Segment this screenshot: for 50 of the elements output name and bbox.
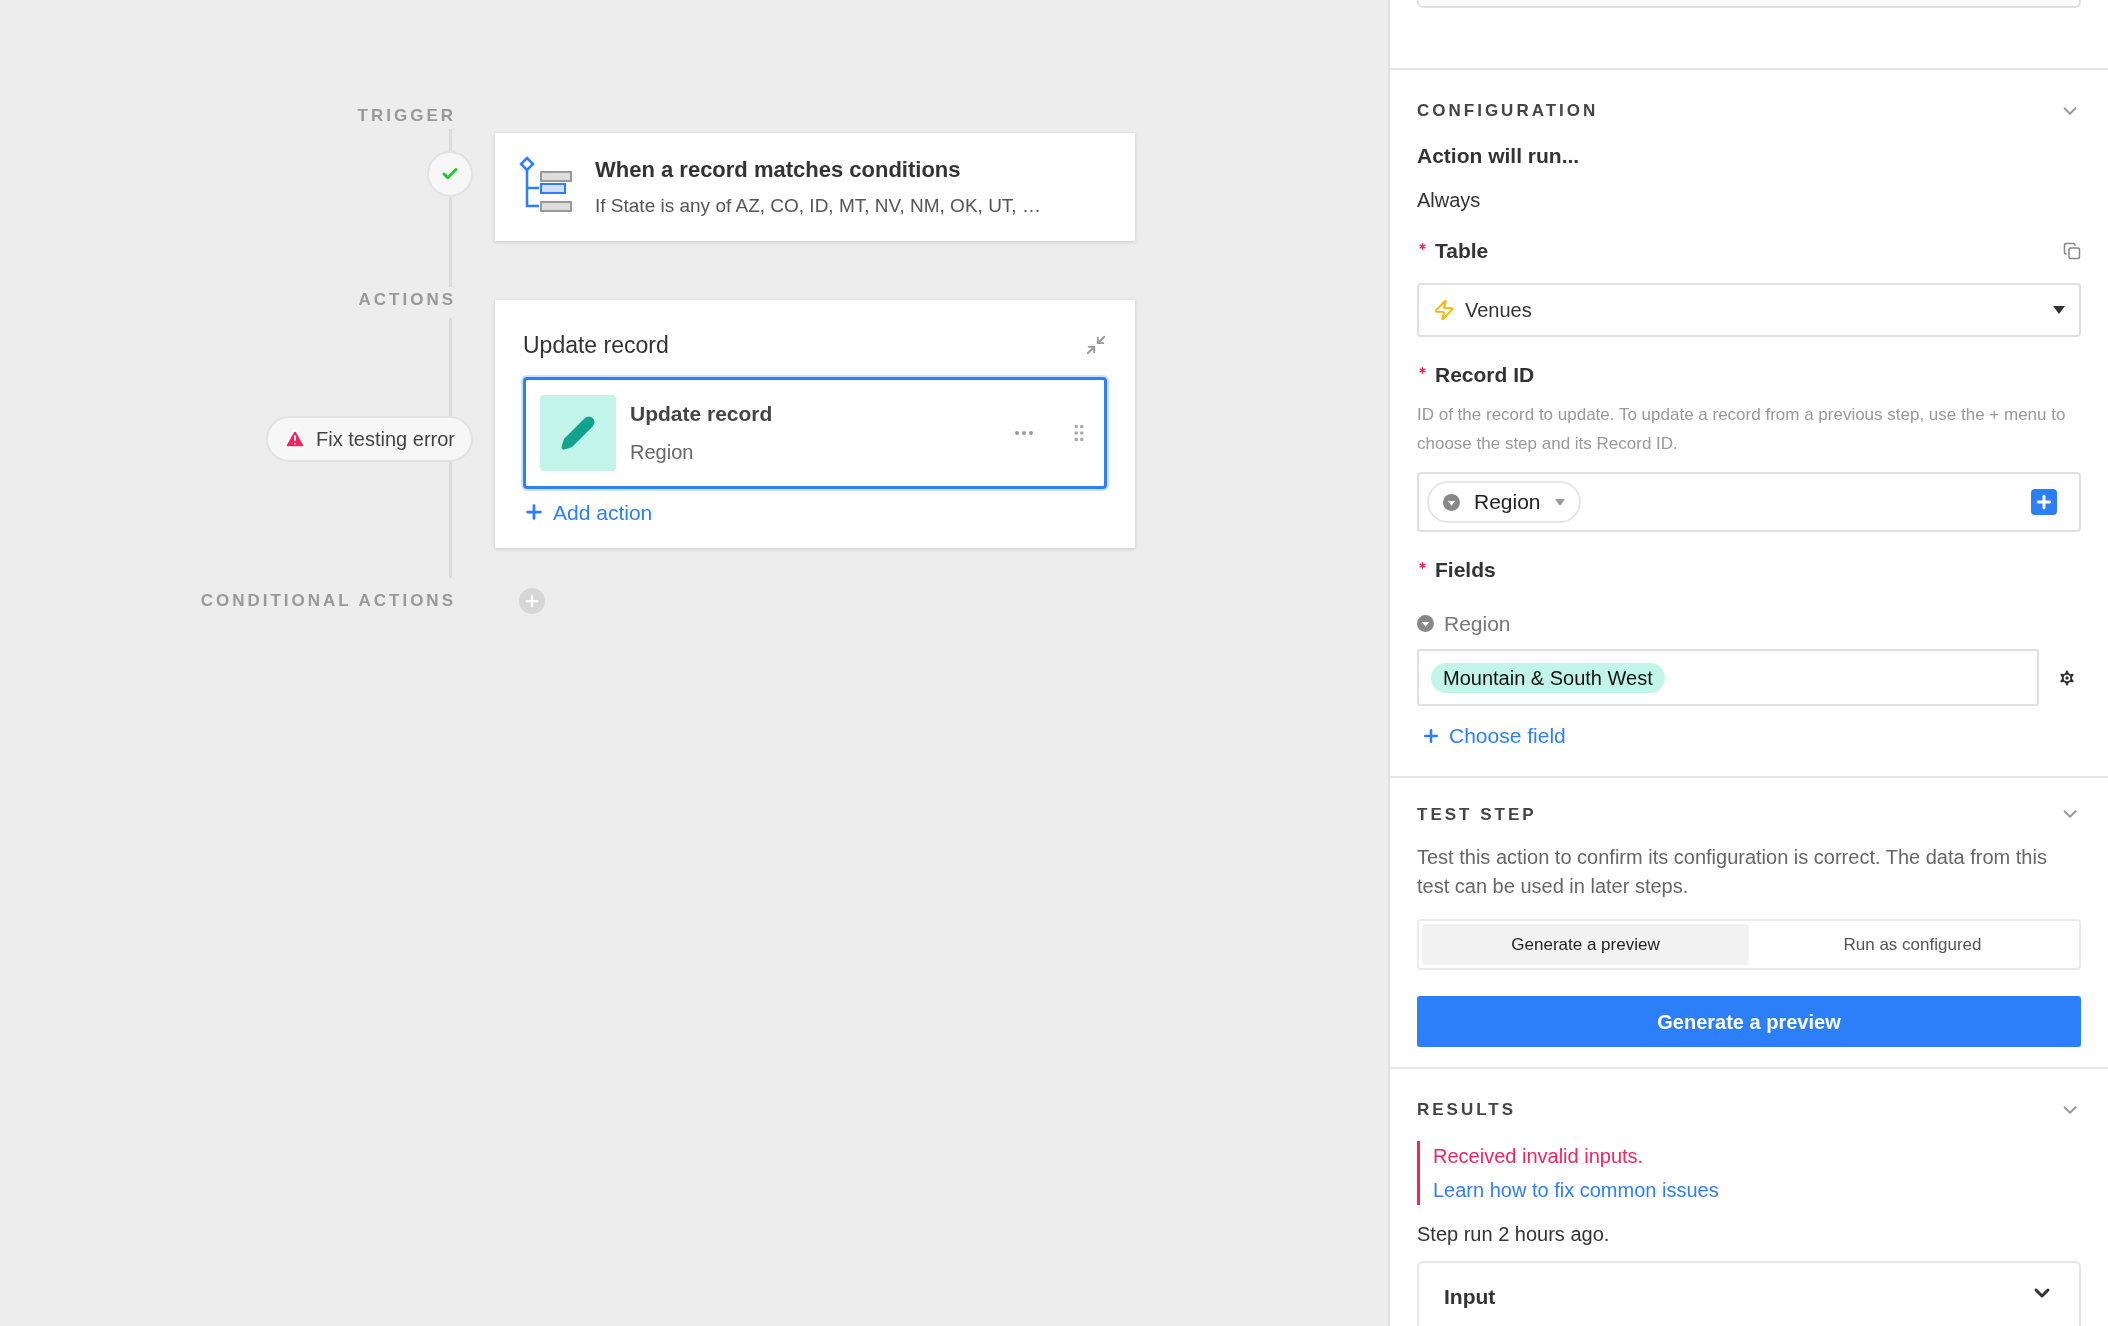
choose-field-link[interactable]: Choose field <box>1421 720 1566 752</box>
run-label: Action will run... <box>1417 142 1581 169</box>
caret-down-icon <box>2053 305 2065 314</box>
warning-icon <box>284 428 307 450</box>
run-value: Always <box>1417 188 1482 213</box>
select-value: Venues <box>1465 297 1533 323</box>
caret-down-icon <box>1554 498 1565 506</box>
input-accordion[interactable]: Input <box>1417 1260 2081 1326</box>
step-title: Update record <box>630 400 774 427</box>
token-label: Region <box>1474 489 1541 516</box>
trigger-subtitle: If State is any of AZ, CO, ID, MT, NV, NM, OK, UT, … <box>595 193 1041 218</box>
field-value-box[interactable]: Mountain & South West <box>1417 649 2039 706</box>
section-title: TEST STEP <box>1417 803 1537 826</box>
mode-tab[interactable]: Run as configured <box>1749 924 2076 965</box>
add-icon[interactable] <box>2031 489 2057 515</box>
section-title: RESULTS <box>1417 1099 1517 1121</box>
table-select[interactable]: Venues <box>1417 282 2081 337</box>
dropdown-field-icon <box>1417 614 1434 632</box>
field-label: Table <box>1435 238 1489 264</box>
add-action-link[interactable]: Add action <box>523 496 653 528</box>
record-id-field[interactable]: Region <box>1417 472 2081 532</box>
trigger-title: When a record matches conditions <box>595 155 962 184</box>
trigger-card[interactable]: When a record matches conditions If State is any of AZ, CO, ID, MT, NV, NM, OK, UT, … <box>495 132 1135 241</box>
run-info: Step run 2 hours ago. <box>1417 1221 1611 1247</box>
settings-icon[interactable] <box>2057 667 2077 688</box>
section-label: TRIGGER <box>357 105 456 127</box>
field-label: Fields <box>1435 557 1496 583</box>
field-label: Record ID <box>1435 361 1535 388</box>
step-subtitle: Region <box>630 440 695 466</box>
action-step[interactable]: Update record Region <box>523 376 1107 489</box>
generate-preview-button[interactable]: Generate a preview <box>1417 996 2081 1047</box>
lightning-icon <box>1433 298 1455 321</box>
field-name: Region <box>1444 610 1511 637</box>
error-message: Received invalid inputs. <box>1433 1143 1645 1169</box>
pencil-icon <box>540 394 616 471</box>
group-title: Update record <box>523 331 669 360</box>
section-title: CONFIGURATION <box>1417 100 1599 122</box>
copy-icon[interactable] <box>2063 241 2081 260</box>
collapse-icon[interactable] <box>1085 334 1107 357</box>
help-link[interactable]: Learn how to fix common issues <box>1433 1174 1719 1205</box>
accordion-label: Input <box>1444 1283 1496 1310</box>
section-description: Test this action to confirm its configuration is correct. The data from this test can be used in later steps. <box>1417 845 2048 899</box>
region-token[interactable]: Region <box>1427 481 1581 523</box>
section-label: CONDITIONAL ACTIONS <box>200 590 456 613</box>
field-description: ID of the record to update. To update a record from a previous step, use the + menu to choose the step and its Record ID. <box>1417 404 2067 455</box>
error-badge[interactable]: Fix testing error <box>266 416 473 462</box>
section-label: ACTIONS <box>358 288 456 311</box>
dropdown-field-icon <box>1443 493 1460 511</box>
option-tag: Mountain & South West <box>1431 662 1665 693</box>
mode-tab[interactable]: Generate a preview <box>1422 924 1749 965</box>
